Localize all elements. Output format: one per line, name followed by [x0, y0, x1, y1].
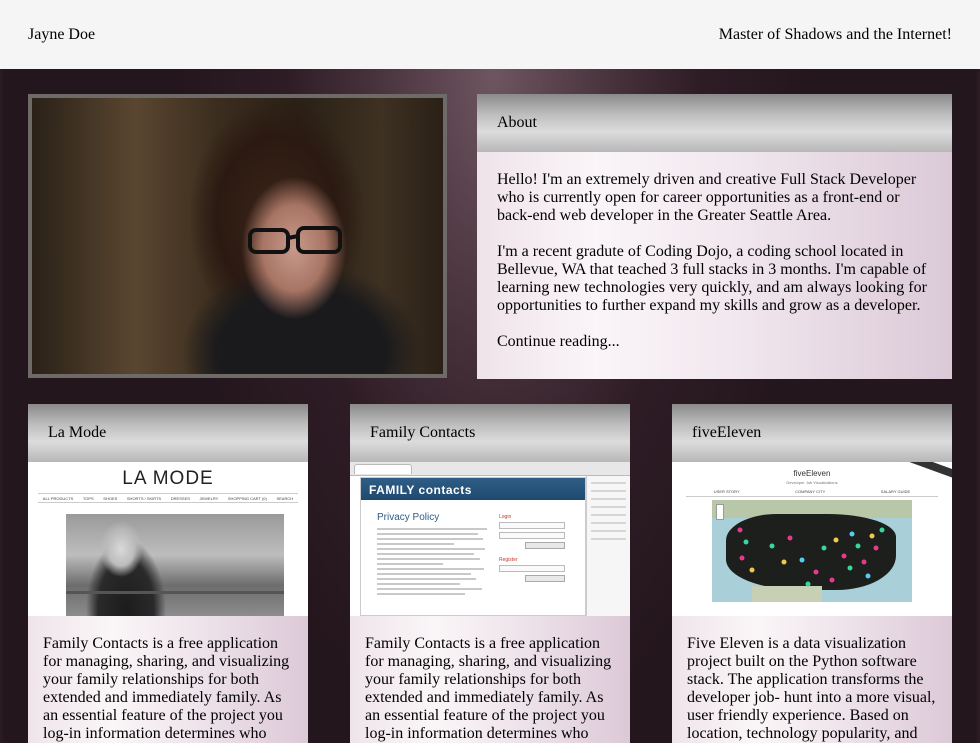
privacy-policy-heading: Privacy Policy [377, 512, 440, 523]
top-bar: Jayne Doe Master of Shadows and the Inte… [0, 0, 980, 69]
railing-graphic [66, 591, 284, 594]
project-card-family-contacts[interactable]: Family Contacts FAMILY contacts Privacy … [350, 404, 630, 743]
about-card: About Hello! I'm an extremely driven and… [477, 94, 952, 379]
la-mode-logo: LA MODE [122, 468, 214, 489]
glasses-graphic [248, 226, 342, 254]
la-mode-nav-item: ALL PRODUCTS [42, 495, 74, 501]
profile-photo [28, 94, 447, 378]
continue-reading-link[interactable]: Continue reading... [497, 333, 932, 351]
about-paragraph: Hello! I'm an extremely driven and creat… [497, 171, 917, 224]
verify-button [525, 575, 565, 582]
five-eleven-tab: SALARY GUIDE [880, 489, 911, 494]
about-paragraph: I'm a recent gradute of Coding Dojo, a c… [497, 243, 927, 314]
register-email-field [499, 565, 565, 572]
five-eleven-tab: USER STORY [713, 489, 740, 494]
project-card-la-mode[interactable]: La Mode LA MODE ALL PRODUCTS TOPS SHOES … [28, 404, 308, 743]
la-mode-nav: ALL PRODUCTS TOPS SHOES SHORTS / SKIRTS … [38, 493, 298, 503]
about-title: About [497, 114, 537, 131]
browser-chrome [350, 462, 630, 476]
project-header: fiveEleven [672, 404, 952, 462]
about-body: Hello! I'm an extremely driven and creat… [477, 152, 952, 351]
la-mode-nav-item: SHORTS / SKIRTS [126, 495, 162, 501]
login-form: Login Register [499, 514, 565, 590]
site-owner-name[interactable]: Jayne Doe [28, 26, 95, 44]
five-eleven-heading: fiveEleven [793, 469, 831, 478]
project-screenshot[interactable]: LA MODE ALL PRODUCTS TOPS SHOES SHORTS /… [28, 462, 308, 616]
email-field [499, 522, 565, 529]
project-description: Family Contacts is a free application fo… [43, 635, 290, 742]
password-field [499, 532, 565, 539]
login-label: Login [499, 514, 512, 520]
project-screenshot[interactable]: fiveEleven Developer Job Visualizations … [672, 462, 952, 616]
map-zoom-control [716, 504, 724, 520]
project-description: Family Contacts is a free application fo… [365, 635, 612, 742]
project-card-five-eleven[interactable]: fiveEleven fiveEleven Developer Job Visu… [672, 404, 952, 743]
us-map [712, 500, 912, 602]
about-header: About [477, 94, 952, 152]
register-label: Register [499, 557, 518, 563]
la-mode-nav-item: SHOPPING CART (0) [227, 495, 267, 501]
family-contacts-banner: FAMILY contacts [361, 478, 585, 500]
la-mode-nav-item: JEWELRY [199, 495, 219, 501]
project-description: Five Eleven is a data visualization proj… [687, 635, 936, 742]
project-title: Family Contacts [370, 424, 476, 441]
family-contacts-page: FAMILY contacts Privacy Policy Login Reg… [360, 477, 586, 616]
project-header: La Mode [28, 404, 308, 462]
la-mode-nav-item: TOPS [82, 495, 94, 501]
devtools-panel [586, 476, 630, 616]
project-title: fiveEleven [692, 424, 762, 441]
policy-text-lines [377, 528, 487, 598]
job-markers [737, 527, 885, 587]
five-eleven-tab: COMPANY CITY [795, 489, 826, 494]
la-mode-nav-item: SEARCH [276, 495, 294, 501]
five-eleven-tabs: USER STORY COMPANY CITY SALARY GUIDE [686, 489, 938, 497]
project-header: Family Contacts [350, 404, 630, 462]
five-eleven-subheading: Developer Job Visualizations [786, 480, 838, 485]
site-tagline: Master of Shadows and the Internet! [718, 25, 952, 43]
la-mode-nav-item: SHOES [103, 495, 118, 501]
login-button [525, 542, 565, 549]
la-mode-nav-item: DRESSES [170, 495, 190, 501]
browser-tab [354, 464, 412, 474]
project-title: La Mode [48, 424, 107, 441]
la-mode-model-photo [66, 514, 284, 616]
project-screenshot[interactable]: FAMILY contacts Privacy Policy Login Reg… [350, 462, 630, 616]
